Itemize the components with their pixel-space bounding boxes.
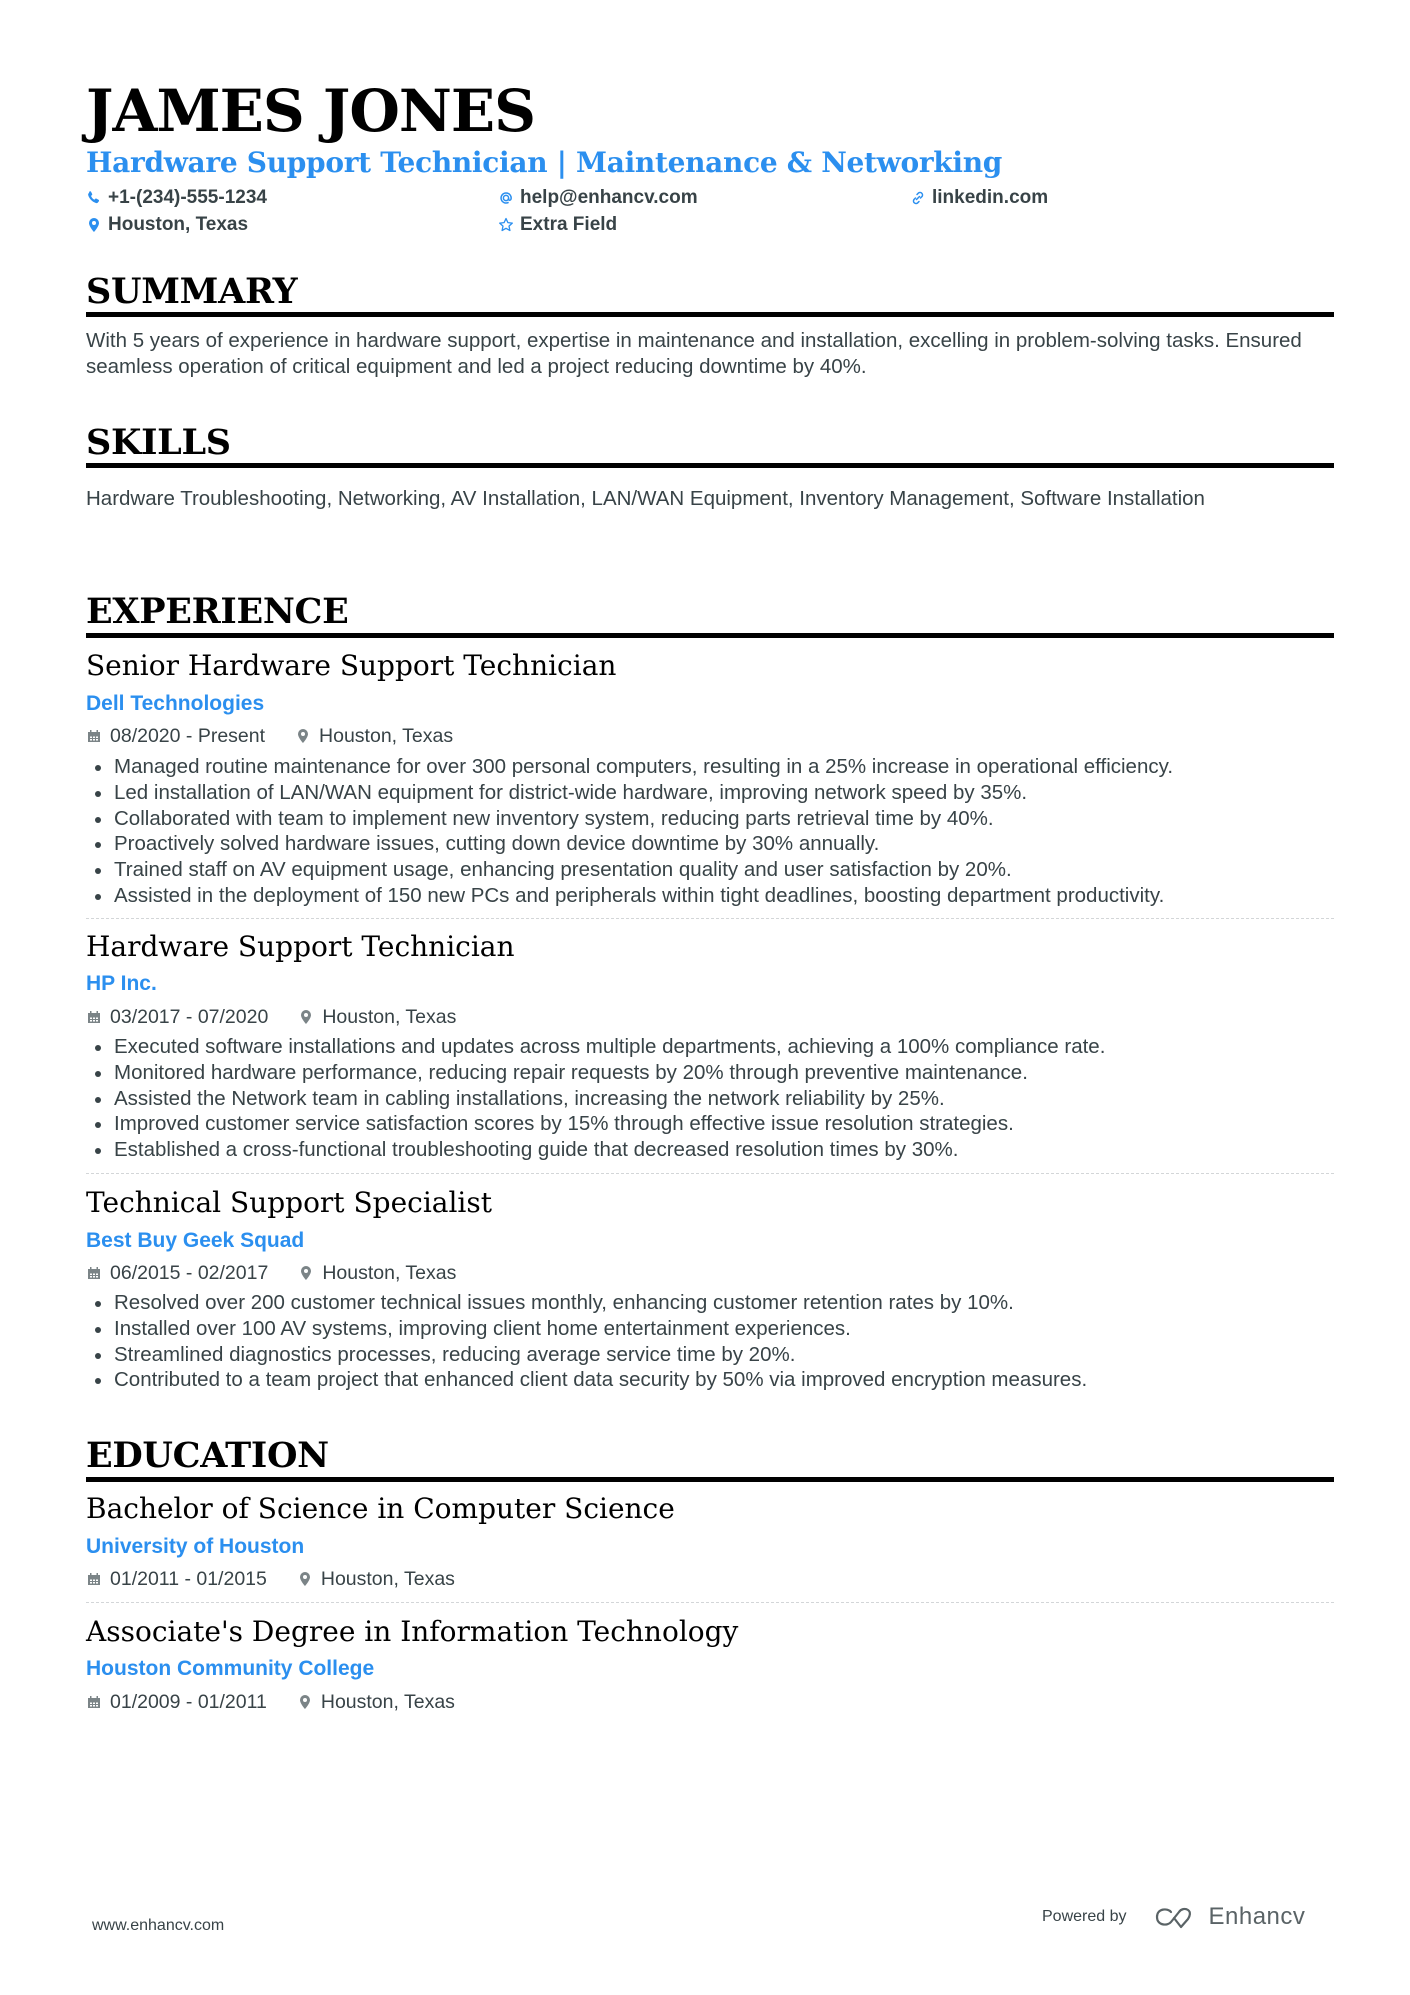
- section-heading-education: EDUCATION: [86, 1435, 329, 1476]
- job-meta: 08/2020 - Present Houston, Texas: [86, 724, 453, 748]
- education-meta: 01/2011 - 01/2015 Houston, Texas: [86, 1567, 455, 1591]
- job-dates: 06/2015 - 02/2017: [110, 1262, 269, 1284]
- phone-icon: [88, 191, 100, 204]
- link-icon: [912, 191, 924, 205]
- bullet-item: Installed over 100 AV systems, improving…: [86, 1316, 1087, 1342]
- job-location: Houston, Texas: [319, 725, 454, 747]
- footer-website[interactable]: www.enhancv.com: [92, 1917, 224, 1935]
- education-location: Houston, Texas: [320, 1568, 455, 1590]
- section-divider: [86, 312, 1334, 317]
- job-title: Senior Hardware Support Technician: [86, 649, 617, 682]
- entry-separator: [86, 918, 1334, 919]
- contact-phone: +1-(234)-555-1234: [86, 186, 267, 210]
- contact-location: Houston, Texas: [86, 213, 248, 237]
- calendar-icon: [88, 1011, 100, 1023]
- bullet-item: Proactively solved hardware issues, cutt…: [86, 831, 1173, 857]
- entry-separator: [86, 1602, 1334, 1603]
- map-pin-icon: [89, 218, 99, 232]
- calendar-icon: [88, 1696, 100, 1708]
- job-bullets: Resolved over 200 customer technical iss…: [86, 1290, 1087, 1393]
- bullet-item: Established a cross-functional troublesh…: [86, 1137, 1105, 1163]
- contact-email[interactable]: help@enhancv.com: [498, 186, 698, 210]
- job-bullets: Executed software installations and upda…: [86, 1034, 1105, 1163]
- bullet-item: Streamlined diagnostics processes, reduc…: [86, 1342, 1087, 1368]
- email-link[interactable]: help@enhancv.com: [520, 186, 698, 210]
- bullet-item: Assisted in the deployment of 150 new PC…: [86, 883, 1173, 909]
- education-meta: 01/2009 - 01/2011 Houston, Texas: [86, 1690, 455, 1714]
- skills-text: Hardware Troubleshooting, Networking, AV…: [86, 487, 1205, 510]
- section-divider: [86, 633, 1334, 638]
- section-divider: [86, 1477, 1334, 1482]
- map-pin-icon: [299, 1572, 310, 1586]
- degree-title: Associate's Degree in Information Techno…: [86, 1615, 739, 1648]
- powered-by-label: Powered by: [1042, 1908, 1127, 1925]
- section-heading-summary: SUMMARY: [86, 271, 298, 312]
- at-icon: [500, 192, 512, 204]
- job-meta: 06/2015 - 02/2017 Houston, Texas: [86, 1261, 456, 1285]
- map-pin-icon: [301, 1266, 312, 1280]
- map-pin-icon: [301, 1010, 312, 1024]
- footer-branding: Powered by Enhancv: [1042, 1903, 1305, 1931]
- job-title: Hardware Support Technician: [86, 930, 515, 963]
- location-value: Houston, Texas: [108, 214, 249, 235]
- contact-extra: Extra Field: [498, 213, 617, 237]
- calendar-icon: [88, 1573, 100, 1585]
- bullet-item: Assisted the Network team in cabling ins…: [86, 1086, 1105, 1112]
- calendar-icon: [88, 1267, 100, 1279]
- job-dates: 03/2017 - 07/2020: [110, 1006, 269, 1028]
- company-name: HP Inc.: [86, 972, 157, 995]
- job-dates: 08/2020 - Present: [110, 725, 266, 747]
- bullet-item: Improved customer service satisfaction s…: [86, 1111, 1105, 1137]
- entry-separator: [86, 1173, 1334, 1174]
- section-divider: [86, 463, 1334, 468]
- section-heading-skills: SKILLS: [86, 422, 231, 463]
- degree-title: Bachelor of Science in Computer Science: [86, 1492, 675, 1525]
- contact-linkedin[interactable]: linkedin.com: [910, 186, 1048, 210]
- school-name: Houston Community College: [86, 1657, 375, 1680]
- education-dates: 01/2011 - 01/2015: [110, 1568, 267, 1590]
- summary-text: With 5 years of experience in hardware s…: [86, 329, 1302, 378]
- company-name: Best Buy Geek Squad: [86, 1229, 305, 1252]
- bullet-item: Collaborated with team to implement new …: [86, 806, 1173, 832]
- enhancv-logo-icon: [1155, 1907, 1191, 1929]
- bullet-item: Contributed to a team project that enhan…: [86, 1367, 1087, 1393]
- job-location: Houston, Texas: [322, 1006, 457, 1028]
- phone-value: +1-(234)-555-1234: [108, 187, 267, 208]
- bullet-item: Monitored hardware performance, reducing…: [86, 1060, 1105, 1086]
- job-bullets: Managed routine maintenance for over 300…: [86, 754, 1173, 909]
- section-heading-experience: EXPERIENCE: [86, 591, 349, 632]
- bullet-item: Led installation of LAN/WAN equipment fo…: [86, 780, 1173, 806]
- company-name: Dell Technologies: [86, 692, 265, 715]
- extra-field-value: Extra Field: [520, 214, 618, 235]
- job-title: Technical Support Specialist: [86, 1186, 492, 1219]
- bullet-item: Executed software installations and upda…: [86, 1034, 1105, 1060]
- map-pin-icon: [298, 729, 309, 743]
- education-location: Houston, Texas: [320, 1691, 455, 1713]
- enhancv-logo[interactable]: Enhancv: [1153, 1903, 1306, 1931]
- map-pin-icon: [299, 1695, 310, 1709]
- linkedin-link[interactable]: linkedin.com: [932, 186, 1048, 210]
- job-location: Houston, Texas: [322, 1262, 457, 1284]
- bullet-item: Trained staff on AV equipment usage, enh…: [86, 857, 1173, 883]
- star-icon: [499, 217, 513, 232]
- bullet-item: Resolved over 200 customer technical iss…: [86, 1290, 1087, 1316]
- calendar-icon: [88, 730, 100, 742]
- candidate-title: Hardware Support Technician | Maintenanc…: [86, 146, 1003, 179]
- school-name: University of Houston: [86, 1535, 305, 1558]
- job-meta: 03/2017 - 07/2020 Houston, Texas: [86, 1005, 456, 1029]
- bullet-item: Managed routine maintenance for over 300…: [86, 754, 1173, 780]
- education-dates: 01/2009 - 01/2011: [110, 1691, 267, 1713]
- candidate-name: JAMES JONES: [86, 77, 536, 145]
- enhancv-brand-name: Enhancv: [1208, 1903, 1306, 1930]
